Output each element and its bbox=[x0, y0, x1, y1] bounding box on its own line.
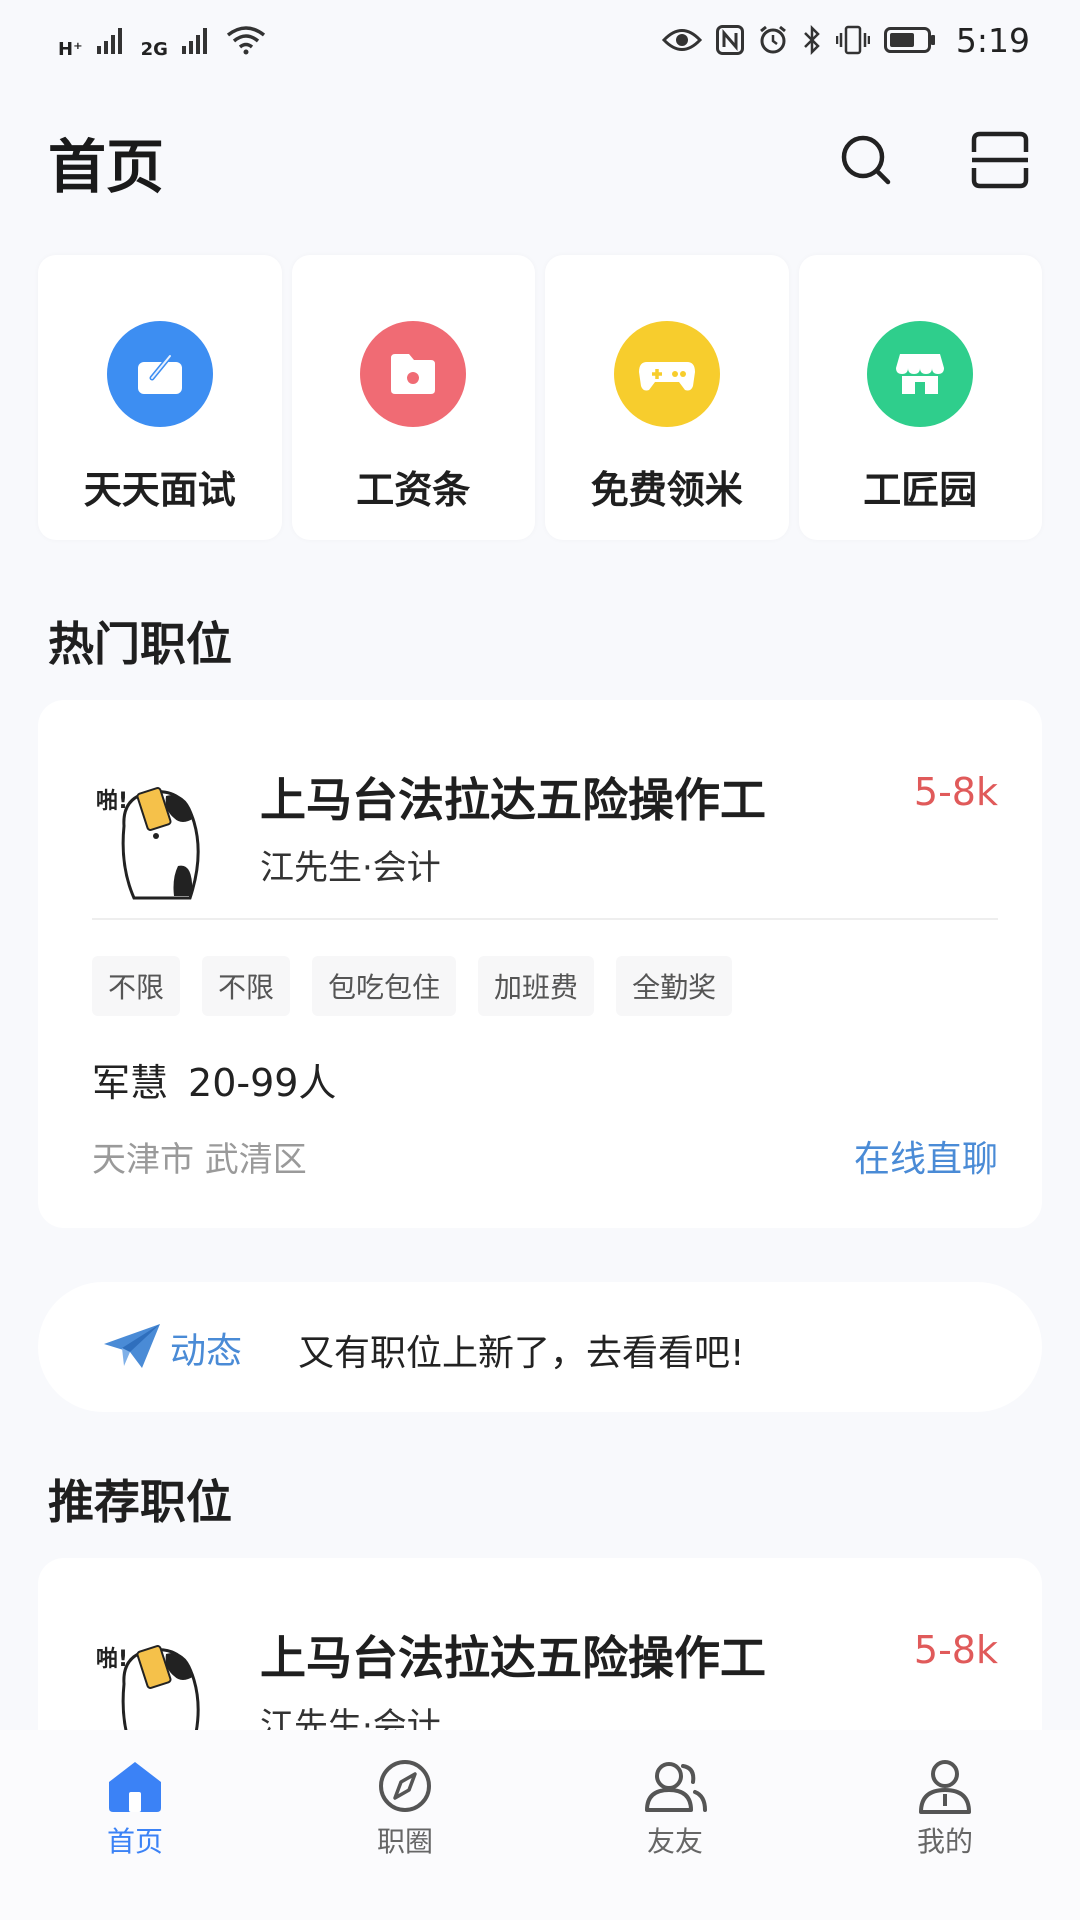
alarm-icon bbox=[759, 25, 786, 54]
svg-text:啪!: 啪! bbox=[96, 1646, 128, 1672]
network-type-1: H⁺ bbox=[58, 38, 83, 60]
scan-icon bbox=[971, 131, 1029, 189]
online-chat-link[interactable]: 在线直聊 bbox=[854, 1130, 998, 1182]
friends-icon bbox=[645, 1762, 707, 1812]
news-bar[interactable]: 动态 又有职位上新了，去看看吧! bbox=[38, 1282, 1042, 1412]
company-name: 军慧 bbox=[92, 1061, 169, 1105]
quick-action-payslip[interactable]: 工资条 bbox=[291, 255, 535, 540]
news-label: 动态 bbox=[170, 1331, 243, 1372]
profile-icon bbox=[919, 1760, 971, 1814]
status-left: H⁺ 2G bbox=[58, 21, 266, 60]
job-tags: 不限 不限 包吃包住 加班费 全勤奖 bbox=[92, 956, 733, 1016]
compass-icon bbox=[379, 1760, 431, 1812]
tab-label: 首页 bbox=[106, 1825, 163, 1858]
tab-label: 友友 bbox=[646, 1825, 703, 1858]
hot-jobs-title: 热门职位 bbox=[48, 617, 232, 671]
scan-button[interactable] bbox=[950, 110, 1050, 210]
quick-actions: 天天面试 工资条 免费领米 工匠园 bbox=[38, 255, 1042, 540]
eye-icon bbox=[661, 29, 702, 51]
job-salary: 5-8k bbox=[913, 770, 998, 814]
job-title: 上马台法拉达五险操作工 bbox=[260, 773, 766, 827]
tab-home[interactable]: 首页 bbox=[0, 1730, 270, 1920]
wifi-icon bbox=[226, 26, 265, 55]
tab-label: 职圈 bbox=[376, 1825, 433, 1858]
job-tag: 加班费 bbox=[478, 956, 595, 1016]
job-location: 天津市 武清区 bbox=[92, 1140, 307, 1180]
quick-action-label: 工资条 bbox=[356, 468, 471, 512]
nfc-icon bbox=[715, 25, 744, 55]
folder-icon bbox=[360, 321, 467, 427]
svg-text:啪!: 啪! bbox=[96, 788, 128, 814]
job-tag: 不限 bbox=[92, 956, 181, 1016]
clock: 5:19 bbox=[955, 20, 1030, 60]
company-size: 20-99人 bbox=[188, 1061, 337, 1105]
bluetooth-icon bbox=[804, 25, 820, 55]
job-tag: 全勤奖 bbox=[616, 956, 733, 1016]
vibrate-icon bbox=[835, 25, 870, 55]
status-bar: H⁺ 2G 5:19 bbox=[0, 0, 1080, 80]
recommend-jobs-title: 推荐职位 bbox=[48, 1475, 232, 1529]
home-icon bbox=[109, 1762, 161, 1812]
job-tag: 包吃包住 bbox=[312, 956, 457, 1016]
tab-label: 我的 bbox=[916, 1825, 973, 1858]
signal-icon-2 bbox=[181, 28, 207, 54]
search-button[interactable] bbox=[816, 110, 916, 210]
gamepad-icon bbox=[613, 321, 720, 427]
job-tag: 不限 bbox=[202, 956, 291, 1016]
quick-action-craftsman[interactable]: 工匠园 bbox=[798, 255, 1042, 540]
hot-job-card[interactable]: 啪! 上马台法拉达五险操作工 5-8k 江先生·会计 不限 不限 包吃包住 加班… bbox=[38, 700, 1042, 1228]
quick-action-label: 天天面试 bbox=[83, 468, 236, 512]
job-title: 上马台法拉达五险操作工 bbox=[260, 1631, 766, 1685]
card-divider bbox=[92, 918, 998, 920]
signal-icon-1 bbox=[96, 28, 122, 54]
status-right: 5:19 bbox=[661, 20, 1030, 60]
cat-avatar: 啪! bbox=[96, 787, 200, 900]
quick-action-free-rice[interactable]: 免费领米 bbox=[545, 255, 789, 540]
header: 首页 bbox=[0, 110, 1080, 210]
company-info: 军慧 20-99人 bbox=[92, 1052, 336, 1107]
job-salary: 5-8k bbox=[913, 1628, 998, 1672]
tab-profile[interactable]: 我的 bbox=[810, 1730, 1080, 1920]
quick-action-label: 工匠园 bbox=[863, 468, 978, 512]
store-icon bbox=[867, 321, 974, 427]
tab-friends[interactable]: 友友 bbox=[540, 1730, 810, 1920]
job-poster: 江先生·会计 bbox=[260, 848, 441, 888]
quick-action-interview[interactable]: 天天面试 bbox=[38, 255, 282, 540]
quick-action-label: 免费领米 bbox=[590, 468, 743, 512]
interview-icon bbox=[106, 321, 213, 427]
page-title: 首页 bbox=[48, 133, 165, 201]
network-type-2: 2G bbox=[140, 38, 168, 60]
bottom-tab-bar: 首页 职圈 友友 我的 bbox=[0, 1730, 1080, 1920]
search-icon bbox=[841, 135, 891, 185]
paper-plane-icon bbox=[104, 1324, 160, 1368]
tab-circle[interactable]: 职圈 bbox=[270, 1730, 540, 1920]
news-text: 又有职位上新了，去看看吧! bbox=[298, 1333, 745, 1374]
battery-icon bbox=[883, 27, 935, 53]
